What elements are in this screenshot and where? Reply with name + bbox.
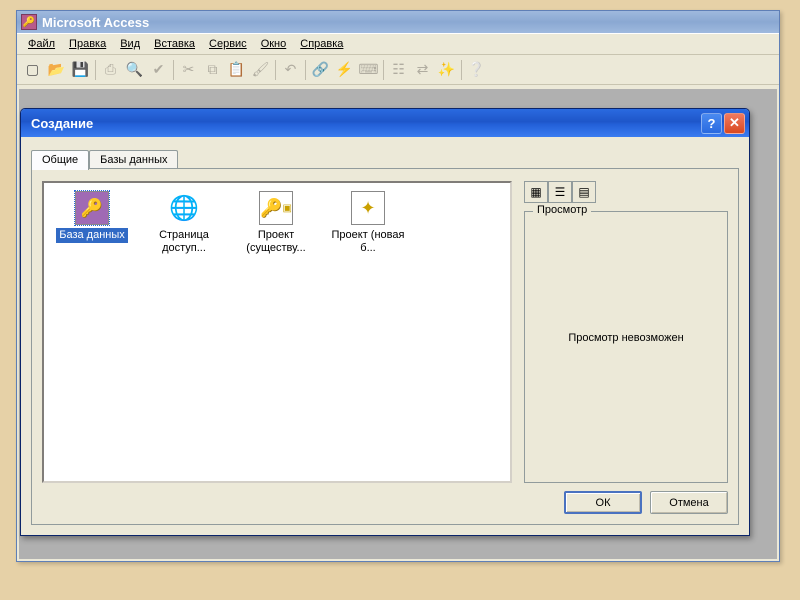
dialog-help-button[interactable]: ? xyxy=(701,113,722,134)
toolbar-separator xyxy=(383,60,384,80)
toolbar-separator xyxy=(305,60,306,80)
app-titlebar: 🔑 Microsoft Access xyxy=(17,11,779,33)
dialog-titlebar[interactable]: Создание ? ✕ xyxy=(21,109,749,137)
preview-legend: Просмотр xyxy=(533,204,591,216)
view-mode-switch: ▦ ☰ ▤ xyxy=(524,181,728,203)
tab-databases[interactable]: Базы данных xyxy=(89,150,178,169)
menu-view[interactable]: Вид xyxy=(113,36,147,52)
dialog-close-button[interactable]: ✕ xyxy=(724,113,745,134)
new-file-icon[interactable]: ▢ xyxy=(21,59,44,81)
copy-icon[interactable]: ⧉ xyxy=(201,59,224,81)
spellcheck-icon[interactable]: ✔ xyxy=(147,59,170,81)
cut-icon[interactable]: ✂ xyxy=(177,59,200,81)
analysis-icon[interactable]: ⚡ xyxy=(333,59,356,81)
project-existing-icon: 🔑▣ xyxy=(259,191,293,225)
toolbar-separator xyxy=(461,60,462,80)
app-title: Microsoft Access xyxy=(42,15,149,30)
menu-insert[interactable]: Вставка xyxy=(147,36,202,52)
template-item-database[interactable]: 🔑 База данных xyxy=(50,191,134,243)
ok-button[interactable]: ОК xyxy=(564,491,642,514)
open-folder-icon[interactable]: 📂 xyxy=(45,59,68,81)
relations-icon[interactable]: ⇄ xyxy=(411,59,434,81)
dialog-right-column: ▦ ☰ ▤ Просмотр Просмотр невозможен xyxy=(524,181,728,478)
preview-groupbox: Просмотр Просмотр невозможен xyxy=(524,211,728,483)
menu-file[interactable]: Файл xyxy=(21,36,62,52)
database-icon: 🔑 xyxy=(75,191,109,225)
template-label: База данных xyxy=(56,228,128,243)
undo-icon[interactable]: ↶ xyxy=(279,59,302,81)
toolbar: ▢ 📂 💾 ⎙ 🔍 ✔ ✂ ⧉ 📋 🖌 ↶ 🔗 ⚡ ⌨ ☷ ⇄ ✨ ❔ xyxy=(17,55,779,85)
view-list-button[interactable]: ☰ xyxy=(548,181,572,203)
view-details-button[interactable]: ▤ xyxy=(572,181,596,203)
dialog-button-row: ОК Отмена xyxy=(564,491,728,514)
template-item-project-new[interactable]: ✦ Проект (новая б... xyxy=(326,191,410,255)
print-preview-icon[interactable]: 🔍 xyxy=(123,59,146,81)
template-label: Страница доступ... xyxy=(142,228,226,255)
template-list[interactable]: 🔑 База данных 🌐 Страница доступ... 🔑▣ Пр… xyxy=(42,181,512,483)
links-icon[interactable]: 🔗 xyxy=(309,59,332,81)
save-icon[interactable]: 💾 xyxy=(69,59,92,81)
create-dialog: Создание ? ✕ Общие Базы данных 🔑 База да… xyxy=(20,108,750,536)
preview-message: Просмотр невозможен xyxy=(535,332,717,344)
menu-help[interactable]: Справка xyxy=(293,36,350,52)
view-large-icons-button[interactable]: ▦ xyxy=(524,181,548,203)
template-label: Проект (существу... xyxy=(234,228,318,255)
properties-icon[interactable]: ☷ xyxy=(387,59,410,81)
format-painter-icon[interactable]: 🖌 xyxy=(249,59,272,81)
tab-general[interactable]: Общие xyxy=(31,150,89,170)
menu-edit[interactable]: Правка xyxy=(62,36,113,52)
tab-panel-general: 🔑 База данных 🌐 Страница доступ... 🔑▣ Пр… xyxy=(31,168,739,525)
new-object-icon[interactable]: ✨ xyxy=(435,59,458,81)
dialog-body: Общие Базы данных 🔑 База данных 🌐 Страни… xyxy=(31,147,739,525)
data-access-page-icon: 🌐 xyxy=(167,191,201,225)
menu-window[interactable]: Окно xyxy=(254,36,294,52)
toolbar-separator xyxy=(173,60,174,80)
paste-icon[interactable]: 📋 xyxy=(225,59,248,81)
help-icon[interactable]: ❔ xyxy=(465,59,488,81)
toolbar-separator xyxy=(275,60,276,80)
project-new-icon: ✦ xyxy=(351,191,385,225)
template-label: Проект (новая б... xyxy=(326,228,410,255)
cancel-button[interactable]: Отмена xyxy=(650,491,728,514)
dialog-title: Создание xyxy=(31,116,93,131)
code-icon[interactable]: ⌨ xyxy=(357,59,380,81)
menu-service[interactable]: Сервис xyxy=(202,36,254,52)
tab-strip: Общие Базы данных xyxy=(31,147,739,169)
menubar: Файл Правка Вид Вставка Сервис Окно Спра… xyxy=(17,33,779,55)
access-app-icon: 🔑 xyxy=(21,14,37,30)
toolbar-separator xyxy=(95,60,96,80)
print-icon[interactable]: ⎙ xyxy=(99,59,122,81)
template-item-project-existing[interactable]: 🔑▣ Проект (существу... xyxy=(234,191,318,255)
template-item-data-access-page[interactable]: 🌐 Страница доступ... xyxy=(142,191,226,255)
